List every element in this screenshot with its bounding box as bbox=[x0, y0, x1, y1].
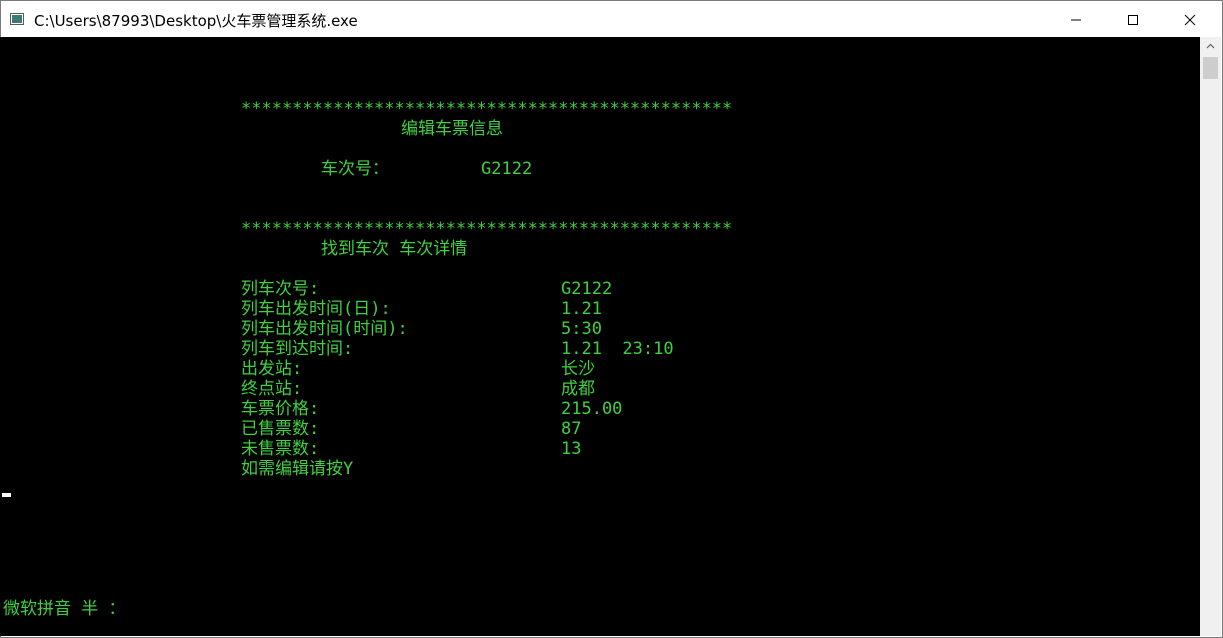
window-title: C:\Users\87993\Desktop\火车票管理系统.exe bbox=[34, 12, 358, 30]
detail-label: 列车出发时间(日): bbox=[241, 299, 391, 319]
maximize-icon bbox=[1128, 15, 1138, 25]
separator-line: ****************************************… bbox=[241, 219, 733, 239]
close-icon bbox=[1184, 14, 1196, 26]
detail-value: 5:30 bbox=[561, 319, 602, 339]
detail-label: 列车次号: bbox=[241, 279, 320, 299]
edit-ticket-header: 编辑车票信息 bbox=[401, 119, 503, 139]
vertical-scrollbar[interactable] bbox=[1200, 37, 1221, 636]
detail-value: 1.21 bbox=[561, 299, 602, 319]
detail-value: G2122 bbox=[561, 279, 613, 299]
detail-value: 长沙 bbox=[561, 359, 595, 379]
detail-label: 列车到达时间: bbox=[241, 339, 354, 359]
title-bar[interactable]: C:\Users\87993\Desktop\火车票管理系统.exe bbox=[1, 1, 1222, 38]
detail-label: 未售票数: bbox=[241, 439, 320, 459]
detail-label: 车票价格: bbox=[241, 399, 320, 419]
detail-label: 出发站: bbox=[241, 359, 303, 379]
minimize-button[interactable] bbox=[1053, 1, 1099, 38]
maximize-button[interactable] bbox=[1110, 1, 1156, 38]
edit-prompt: 如需编辑请按Y bbox=[241, 459, 354, 479]
close-button[interactable] bbox=[1167, 1, 1213, 38]
minimize-icon bbox=[1071, 19, 1081, 21]
console-app-icon[interactable] bbox=[10, 13, 24, 25]
separator-line: ****************************************… bbox=[241, 99, 733, 119]
found-train-header: 找到车次 车次详情 bbox=[321, 239, 468, 259]
detail-value: 1.21 23:10 bbox=[561, 339, 674, 359]
train-number-value: G2122 bbox=[481, 159, 533, 179]
train-number-label: 车次号： bbox=[321, 159, 389, 179]
console-output[interactable]: ****************************************… bbox=[0, 37, 1200, 636]
text-cursor bbox=[2, 493, 11, 497]
detail-label: 终点站: bbox=[241, 379, 303, 399]
detail-value: 13 bbox=[561, 439, 582, 459]
detail-value: 成都 bbox=[561, 379, 595, 399]
chevron-up-icon bbox=[1206, 43, 1215, 49]
detail-label: 已售票数: bbox=[241, 419, 320, 439]
ime-status: 微软拼音 半 ： bbox=[3, 599, 126, 619]
scroll-thumb[interactable] bbox=[1203, 57, 1218, 79]
scroll-up-button[interactable] bbox=[1200, 37, 1221, 54]
detail-label: 列车出发时间(时间): bbox=[241, 319, 408, 339]
detail-value: 87 bbox=[561, 419, 582, 439]
detail-value: 215.00 bbox=[561, 399, 623, 419]
